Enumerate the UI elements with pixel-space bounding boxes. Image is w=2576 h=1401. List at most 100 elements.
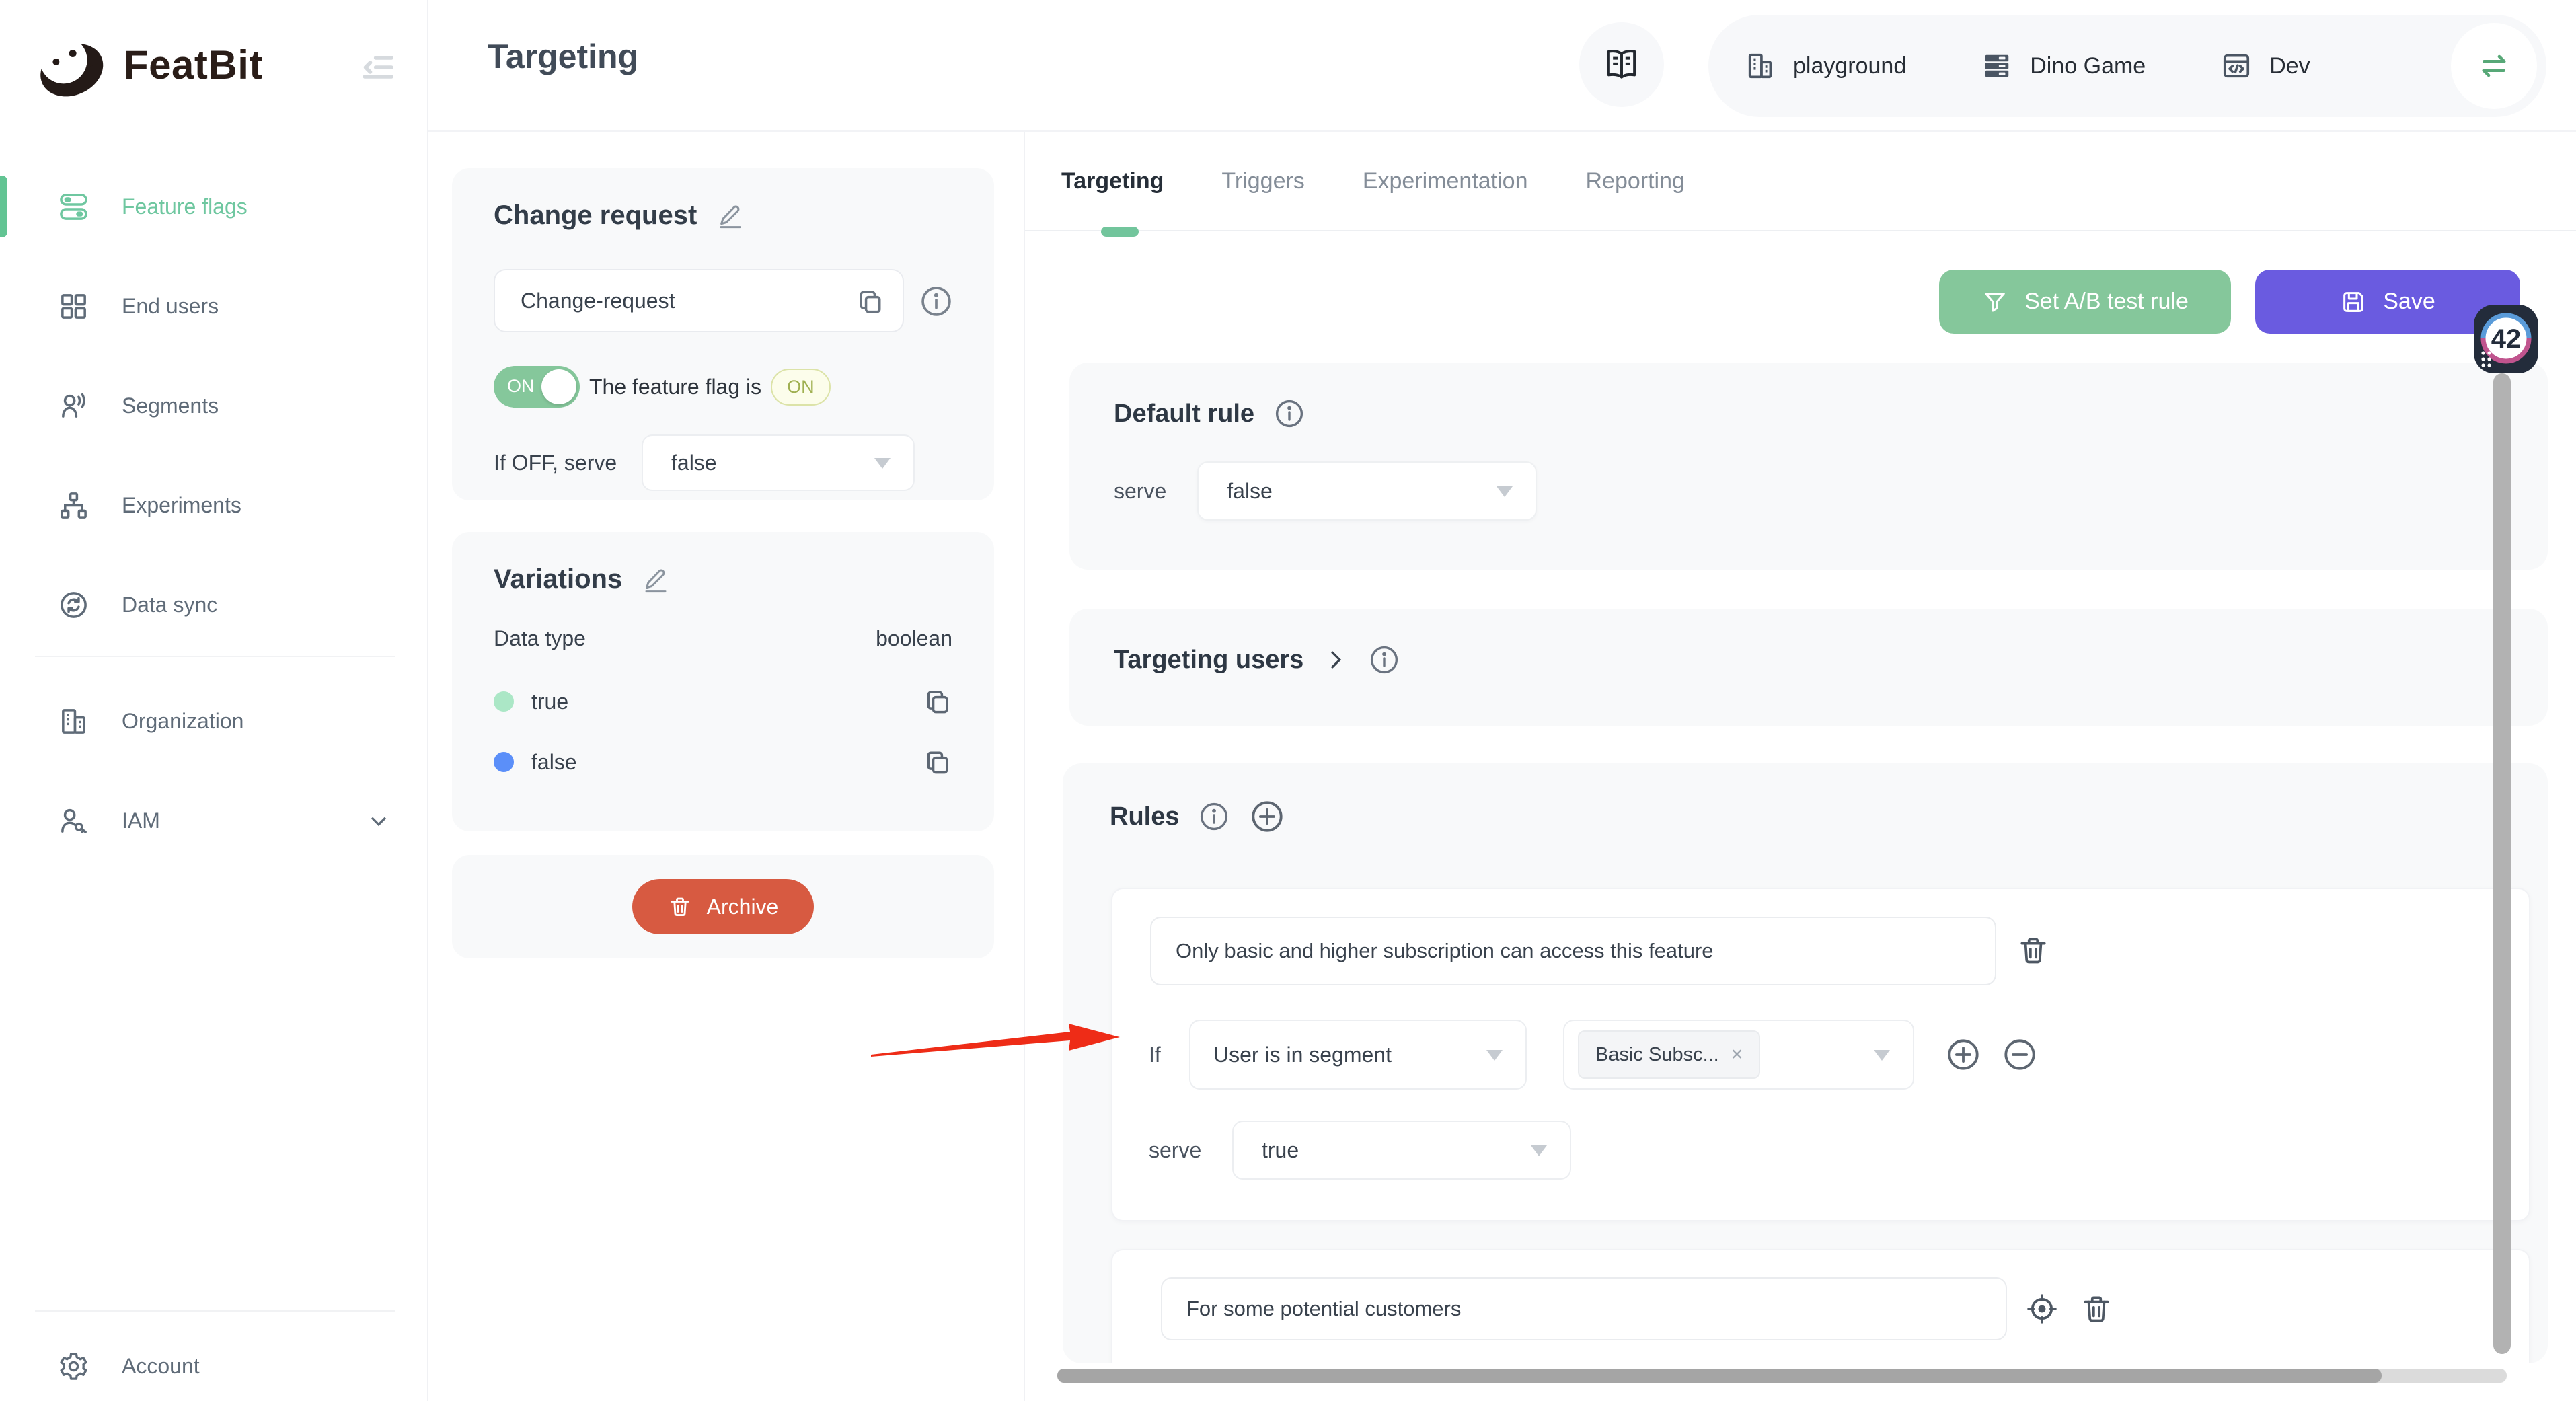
brand-logo[interactable]: FeatBit bbox=[26, 20, 263, 109]
rules-title: Rules bbox=[1110, 802, 1179, 831]
sidebar-nav-secondary: Organization IAM bbox=[0, 671, 427, 870]
data-sync-icon bbox=[58, 589, 89, 621]
if-off-serve-label: If OFF, serve bbox=[494, 451, 642, 476]
flag-settings-panel: Change request ON The feature flag is ON… bbox=[452, 168, 994, 500]
copy-icon[interactable] bbox=[923, 687, 952, 716]
sidebar-divider bbox=[35, 1310, 395, 1312]
remove-condition-icon[interactable] bbox=[2002, 1036, 2038, 1073]
horizontal-scrollbar[interactable] bbox=[1057, 1369, 2507, 1383]
variation-row-true: true bbox=[494, 687, 952, 716]
rule-name-input[interactable] bbox=[1176, 939, 1971, 963]
tab-targeting[interactable]: Targeting bbox=[1061, 168, 1164, 194]
sidebar: FeatBit Feature flags End users bbox=[0, 0, 428, 1401]
horizontal-scrollbar-thumb[interactable] bbox=[1057, 1369, 2382, 1383]
target-rule-icon[interactable] bbox=[2025, 1292, 2059, 1326]
rule-name-field bbox=[1161, 1277, 2007, 1340]
serve-label: serve bbox=[1149, 1138, 1232, 1163]
project-selector[interactable]: Dino Game bbox=[1981, 50, 2146, 81]
iam-icon bbox=[58, 805, 89, 837]
caret-down-icon bbox=[1486, 1050, 1503, 1061]
data-type-value: boolean bbox=[876, 626, 952, 651]
if-off-serve-select[interactable]: false bbox=[642, 434, 915, 491]
segment-tag: Basic Subsc... × bbox=[1578, 1030, 1760, 1079]
docs-button[interactable] bbox=[1579, 22, 1664, 107]
rule-serve-select[interactable]: true bbox=[1232, 1121, 1571, 1180]
workspace-switcher: playground Dino Game Dev bbox=[1708, 15, 2546, 117]
remove-tag-icon[interactable]: × bbox=[1731, 1043, 1743, 1066]
variation-value: false bbox=[531, 750, 577, 775]
rule-name-input[interactable] bbox=[1186, 1297, 1981, 1321]
environment-name: Dev bbox=[2269, 53, 2310, 79]
copy-icon[interactable] bbox=[923, 747, 952, 777]
sidebar-item-label: Experiments bbox=[122, 493, 241, 518]
save-floppy-icon bbox=[2340, 289, 2367, 315]
chevron-down-icon bbox=[365, 807, 392, 834]
set-ab-test-rule-button[interactable]: Set A/B test rule bbox=[1939, 270, 2231, 334]
rule-name-field bbox=[1150, 917, 1996, 985]
page-title: Targeting bbox=[488, 37, 638, 76]
flag-toggle[interactable]: ON bbox=[494, 366, 580, 408]
brand-name: FeatBit bbox=[124, 42, 263, 88]
organization-icon bbox=[58, 706, 89, 737]
tab-triggers[interactable]: Triggers bbox=[1221, 168, 1304, 194]
book-icon bbox=[1603, 46, 1640, 83]
sidebar-item-data-sync[interactable]: Data sync bbox=[0, 555, 427, 654]
variations-panel: Variations Data type boolean true false bbox=[452, 532, 994, 831]
info-icon[interactable] bbox=[1273, 397, 1305, 430]
delete-rule-icon[interactable] bbox=[2016, 934, 2050, 967]
default-serve-select[interactable]: false bbox=[1197, 461, 1537, 521]
flag-status-badge: ON bbox=[771, 369, 831, 406]
rules-card: Rules If bbox=[1063, 763, 2548, 1363]
switch-workspace-button[interactable] bbox=[2451, 23, 2537, 109]
add-rule-icon[interactable] bbox=[1249, 798, 1285, 835]
add-condition-icon[interactable] bbox=[1945, 1036, 1981, 1073]
rule-item: If User is in segment Basic Subsc... × bbox=[1111, 888, 2530, 1221]
default-rule-card: Default rule serve false bbox=[1069, 363, 2548, 570]
segment-multiselect[interactable]: Basic Subsc... × bbox=[1563, 1020, 1914, 1090]
experiments-icon bbox=[58, 490, 89, 521]
targeting-users-card: Targeting users bbox=[1069, 609, 2548, 726]
ab-test-label: Set A/B test rule bbox=[2024, 289, 2189, 315]
end-users-icon bbox=[58, 291, 89, 322]
annotation-arrow bbox=[870, 1022, 1125, 1065]
extension-counter-badge[interactable]: 42 bbox=[2474, 305, 2540, 375]
copy-icon[interactable] bbox=[856, 287, 885, 316]
flag-name-input[interactable] bbox=[521, 289, 845, 313]
info-icon[interactable] bbox=[1198, 800, 1230, 833]
selected-value: true bbox=[1262, 1138, 1299, 1163]
sidebar-item-organization[interactable]: Organization bbox=[0, 671, 427, 771]
sidebar-item-feature-flags[interactable]: Feature flags bbox=[0, 157, 427, 256]
variation-true-dot bbox=[494, 691, 514, 712]
edit-pencil-icon[interactable] bbox=[717, 202, 744, 229]
info-icon[interactable] bbox=[919, 284, 954, 319]
archive-button[interactable]: Archive bbox=[632, 879, 814, 934]
sidebar-item-iam[interactable]: IAM bbox=[0, 771, 427, 870]
caret-down-icon bbox=[1531, 1145, 1547, 1156]
active-indicator-bar bbox=[0, 176, 7, 237]
header: Targeting playground Dino Game bbox=[428, 0, 2576, 132]
swap-arrows-icon bbox=[2476, 48, 2512, 84]
sidebar-collapse-icon[interactable] bbox=[358, 48, 396, 86]
code-window-icon bbox=[2221, 50, 2252, 81]
vertical-scrollbar-thumb[interactable] bbox=[2493, 373, 2511, 1354]
tab-reporting[interactable]: Reporting bbox=[1586, 168, 1685, 194]
delete-rule-icon[interactable] bbox=[2080, 1292, 2113, 1326]
sidebar-item-end-users[interactable]: End users bbox=[0, 256, 427, 356]
sidebar-item-label: Feature flags bbox=[122, 194, 248, 219]
sidebar-item-segments[interactable]: Segments bbox=[0, 356, 427, 455]
org-name: playground bbox=[1793, 53, 1906, 79]
sidebar-item-account[interactable]: Account bbox=[0, 1316, 427, 1401]
featbit-logo-icon bbox=[26, 20, 114, 109]
tab-experimentation[interactable]: Experimentation bbox=[1363, 168, 1528, 194]
main-content: Targeting Triggers Experimentation Repor… bbox=[1025, 132, 2576, 1401]
chevron-right-icon[interactable] bbox=[1322, 646, 1349, 673]
sidebar-item-experiments[interactable]: Experiments bbox=[0, 455, 427, 555]
toggle-knob bbox=[541, 369, 576, 404]
environment-selector[interactable]: Dev bbox=[2221, 50, 2310, 81]
info-icon[interactable] bbox=[1368, 644, 1400, 676]
edit-pencil-icon[interactable] bbox=[642, 566, 669, 593]
org-selector[interactable]: playground bbox=[1745, 50, 1906, 81]
save-label: Save bbox=[2383, 289, 2435, 315]
rule-condition-select[interactable]: User is in segment bbox=[1189, 1020, 1527, 1090]
selected-value: User is in segment bbox=[1213, 1043, 1392, 1067]
